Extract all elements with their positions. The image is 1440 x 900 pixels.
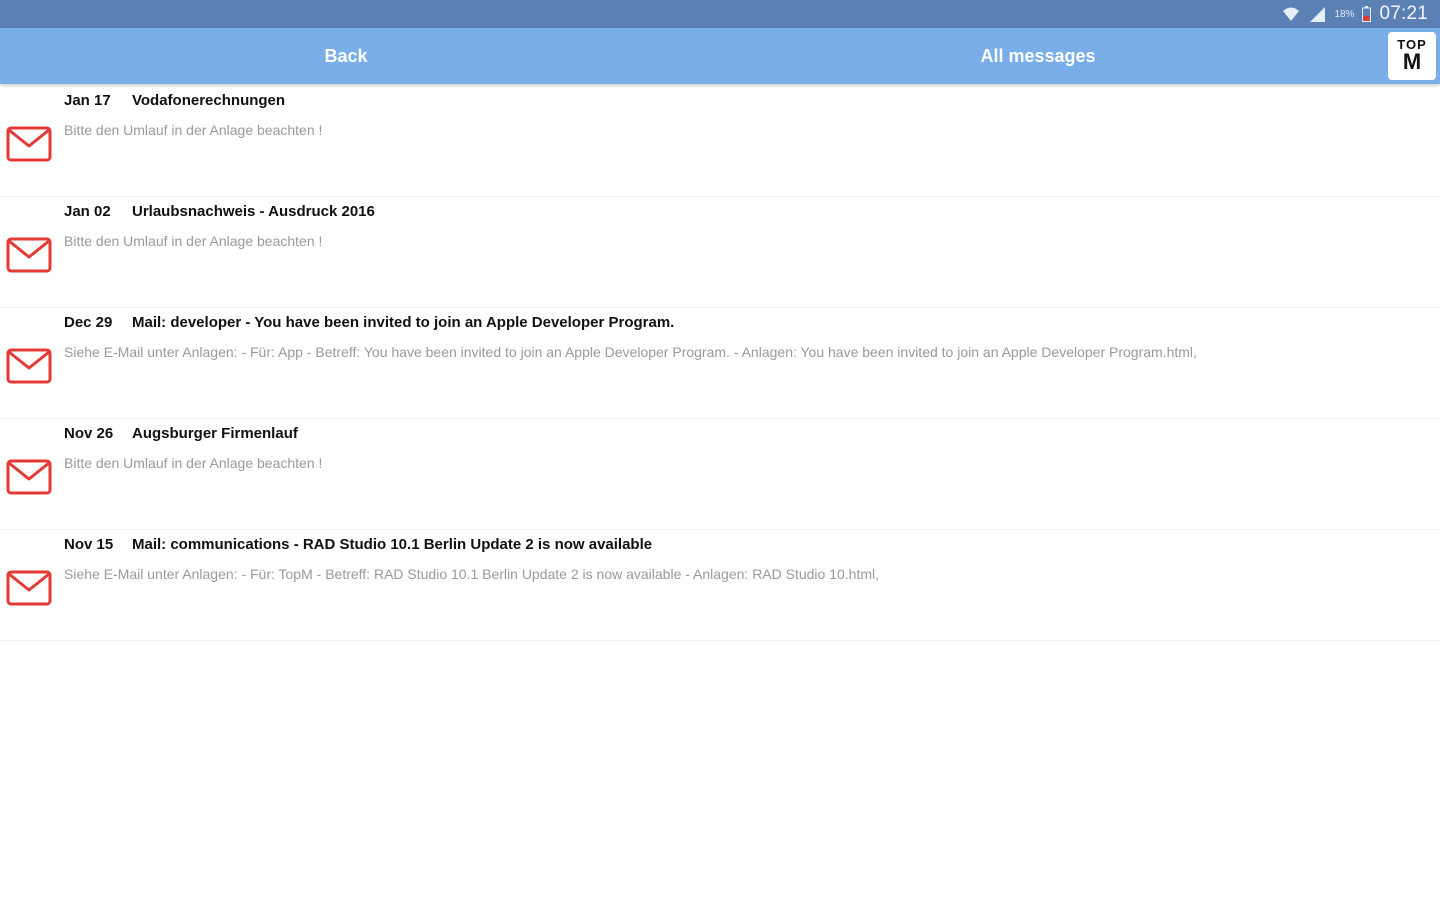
wifi-icon [1282,5,1300,23]
app-bar: Back All messages TOP M [0,28,1440,84]
battery-percent: 18% [1334,8,1355,20]
message-row[interactable]: Jan 17 Vodafonerechnungen Bitte den Umlau… [0,86,1440,197]
message-header: Nov 15 Mail: communications - RAD Studio … [64,536,652,553]
message-list: Jan 17 Vodafonerechnungen Bitte den Umlau… [0,86,1440,641]
envelope-icon [6,570,52,606]
message-date: Nov 26 [64,425,114,442]
message-preview: Bitte den Umlauf in der Anlage beachten … [64,233,323,249]
message-preview: Siehe E-Mail unter Anlagen: - Für: App -… [64,344,1197,360]
message-subject: Mail: communications - RAD Studio 10.1 B… [132,536,653,553]
message-header: Nov 26 Augsburger Firmenlauf [64,425,298,442]
message-row[interactable]: Dec 29 Mail: developer - You have been in… [0,308,1440,419]
message-row[interactable]: Nov 15 Mail: communications - RAD Studio … [0,530,1440,641]
message-row[interactable]: Jan 02 Urlaubsnachweis - Ausdruck 2016 Bi… [0,197,1440,308]
message-subject: Augsburger Firmenlauf [132,425,298,442]
message-preview: Bitte den Umlauf in der Anlage beachten … [64,122,323,138]
message-header: Dec 29 Mail: developer - You have been in… [64,314,674,331]
envelope-icon [6,459,52,495]
status-clock: 07:21 [1379,3,1428,24]
page-title: All messages [980,45,1096,66]
status-bar: 18% 07:21 [0,0,1440,28]
message-subject: Urlaubsnachweis - Ausdruck 2016 [132,203,375,220]
message-date: Nov 15 [64,536,114,553]
message-header: Jan 02 Urlaubsnachweis - Ausdruck 2016 [64,203,375,220]
back-button[interactable]: Back [296,28,396,84]
message-row[interactable]: Nov 26 Augsburger Firmenlauf Bitte den Um… [0,419,1440,530]
envelope-icon [6,126,52,162]
message-date: Jan 02 [64,203,111,220]
message-date: Jan 17 [64,92,111,109]
battery-icon [1362,6,1372,22]
status-indicators: 18% 07:21 [1282,0,1428,28]
message-preview: Bitte den Umlauf in der Anlage beachten … [64,455,323,471]
app-logo: TOP M [1388,32,1436,80]
message-date: Dec 29 [64,314,113,331]
envelope-icon [6,237,52,273]
logo-bottom-text: M [1402,48,1422,74]
message-subject: Mail: developer - You have been invited … [132,314,675,331]
message-preview: Siehe E-Mail unter Anlagen: - Für: TopM … [64,566,880,582]
message-subject: Vodafonerechnungen [132,92,286,109]
envelope-icon [6,348,52,384]
signal-icon [1308,5,1326,23]
message-header: Jan 17 Vodafonerechnungen [64,92,285,109]
